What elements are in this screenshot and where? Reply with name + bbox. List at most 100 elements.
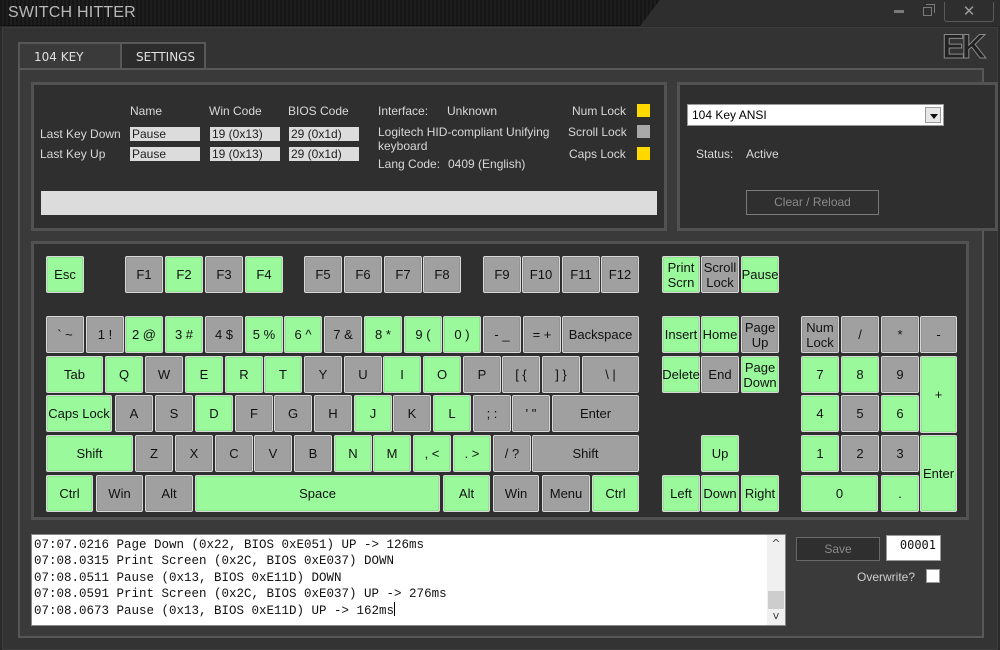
key-ctrl[interactable]: Ctrl	[46, 475, 93, 512]
key-[interactable]: \ |	[582, 356, 639, 393]
key-up[interactable]: Up	[701, 435, 739, 472]
key-f12[interactable]: F12	[601, 256, 639, 293]
key-7[interactable]: 7	[801, 356, 839, 393]
key-6[interactable]: 6	[881, 395, 919, 432]
event-log[interactable]: 07:07.0216 Page Down (0x22, BIOS 0xE051)…	[31, 534, 786, 626]
key-f9[interactable]: F9	[483, 256, 521, 293]
key-f5[interactable]: F5	[304, 256, 342, 293]
chevron-down-icon[interactable]	[925, 107, 941, 123]
key-3[interactable]: 3 #	[165, 316, 203, 353]
key-enter[interactable]: Enter	[552, 395, 639, 432]
event-log-scrollbar[interactable]: ^ v	[767, 535, 785, 625]
scroll-up-icon[interactable]: ^	[767, 535, 785, 553]
key-6[interactable]: 6 ^	[284, 316, 322, 353]
key-b[interactable]: B	[294, 435, 332, 472]
key-[interactable]: / ?	[493, 435, 531, 472]
key-win[interactable]: Win	[493, 475, 539, 512]
key-i[interactable]: I	[383, 356, 421, 393]
key-o[interactable]: O	[423, 356, 461, 393]
key-f6[interactable]: F6	[344, 256, 382, 293]
key-f1[interactable]: F1	[125, 256, 163, 293]
key-[interactable]: *	[881, 316, 919, 353]
key-2[interactable]: 2 @	[125, 316, 163, 353]
key-left[interactable]: Left	[662, 475, 700, 512]
key-space[interactable]: Space	[195, 475, 440, 512]
key-s[interactable]: S	[155, 395, 193, 432]
key-8[interactable]: 8	[841, 356, 879, 393]
key-pause[interactable]: Pause	[741, 256, 779, 293]
key-alt[interactable]: Alt	[443, 475, 490, 512]
key-f7[interactable]: F7	[384, 256, 422, 293]
key-[interactable]: .	[881, 475, 919, 512]
key-alt[interactable]: Alt	[145, 475, 193, 512]
key-e[interactable]: E	[185, 356, 223, 393]
key-v[interactable]: V	[254, 435, 292, 472]
key-x[interactable]: X	[175, 435, 213, 472]
key-insert[interactable]: Insert	[662, 316, 700, 353]
key-scroll-lock[interactable]: Scroll Lock	[701, 256, 739, 293]
key-d[interactable]: D	[195, 395, 233, 432]
key-page-down[interactable]: Page Down	[741, 356, 779, 393]
key-f3[interactable]: F3	[205, 256, 243, 293]
key-4[interactable]: 4	[801, 395, 839, 432]
key-t[interactable]: T	[264, 356, 302, 393]
key-0[interactable]: 0	[801, 475, 878, 512]
scroll-down-icon[interactable]: v	[767, 607, 785, 625]
key-esc[interactable]: Esc	[46, 256, 84, 293]
key-down[interactable]: Down	[701, 475, 739, 512]
key-1[interactable]: 1	[801, 435, 839, 472]
key-z[interactable]: Z	[135, 435, 173, 472]
title-bar[interactable]: SWITCH HITTER ✕	[0, 0, 1000, 26]
key-win[interactable]: Win	[96, 475, 143, 512]
key-delete[interactable]: Delete	[662, 356, 700, 393]
save-button[interactable]: Save	[796, 537, 880, 561]
key-p[interactable]: P	[463, 356, 501, 393]
key-q[interactable]: Q	[105, 356, 143, 393]
minimize-button[interactable]	[888, 2, 910, 22]
key-9[interactable]: 9 (	[404, 316, 442, 353]
key-j[interactable]: J	[354, 395, 392, 432]
key-m[interactable]: M	[373, 435, 411, 472]
key-enter[interactable]: Enter	[920, 435, 957, 512]
key-[interactable]: /	[841, 316, 879, 353]
key-tab[interactable]: Tab	[46, 356, 103, 393]
overwrite-checkbox[interactable]	[926, 569, 940, 583]
key-ctrl[interactable]: Ctrl	[592, 475, 639, 512]
key-f8[interactable]: F8	[423, 256, 461, 293]
key-g[interactable]: G	[274, 395, 312, 432]
key-[interactable]: - _	[483, 316, 521, 353]
key-4[interactable]: 4 $	[205, 316, 243, 353]
key-u[interactable]: U	[344, 356, 382, 393]
key-f4[interactable]: F4	[245, 256, 283, 293]
key-[interactable]: -	[920, 316, 957, 353]
restore-button[interactable]	[916, 2, 938, 22]
key-2[interactable]: 2	[841, 435, 879, 472]
clear-reload-button[interactable]: Clear / Reload	[746, 190, 879, 215]
key-[interactable]: . >	[453, 435, 491, 472]
key-[interactable]: = +	[523, 316, 561, 353]
key-5[interactable]: 5 %	[245, 316, 283, 353]
key-caps-lock[interactable]: Caps Lock	[46, 395, 112, 432]
key-[interactable]: ` ~	[46, 316, 84, 353]
key-3[interactable]: 3	[881, 435, 919, 472]
layout-dropdown[interactable]: 104 Key ANSI	[687, 104, 944, 126]
key-0[interactable]: 0 )	[443, 316, 481, 353]
key-c[interactable]: C	[215, 435, 253, 472]
key-f2[interactable]: F2	[165, 256, 203, 293]
key-h[interactable]: H	[314, 395, 352, 432]
key-right[interactable]: Right	[741, 475, 779, 512]
key-1[interactable]: 1 !	[86, 316, 124, 353]
file-counter-input[interactable]: 00001	[886, 535, 941, 561]
key-n[interactable]: N	[334, 435, 372, 472]
key-end[interactable]: End	[701, 356, 739, 393]
key-5[interactable]: 5	[841, 395, 879, 432]
key-9[interactable]: 9	[881, 356, 919, 393]
key-a[interactable]: A	[115, 395, 153, 432]
key-l[interactable]: L	[433, 395, 471, 432]
key-menu[interactable]: Menu	[542, 475, 590, 512]
key-f11[interactable]: F11	[562, 256, 600, 293]
key-r[interactable]: R	[225, 356, 263, 393]
key-page-up[interactable]: Page Up	[741, 316, 779, 353]
key-[interactable]: , <	[413, 435, 451, 472]
key-home[interactable]: Home	[701, 316, 739, 353]
